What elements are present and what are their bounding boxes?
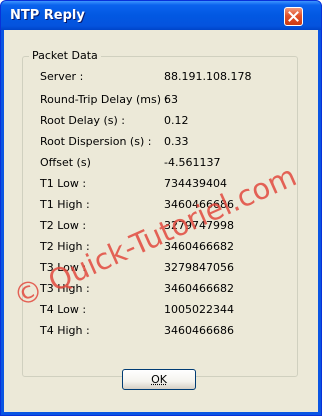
ok-button-label: OK <box>151 373 167 386</box>
window-title: NTP Reply <box>10 8 85 23</box>
field-value: 3460466682 <box>164 282 234 295</box>
ok-button[interactable]: OK <box>122 369 196 390</box>
close-button[interactable] <box>284 7 303 26</box>
field-value: 1005022344 <box>164 303 234 316</box>
field-label: Server : <box>40 70 84 83</box>
field-label: T2 Low : <box>40 219 87 232</box>
field-value: 0.12 <box>164 114 189 127</box>
field-value: 63 <box>164 93 178 106</box>
field-label: T4 High : <box>40 324 90 337</box>
field-label: Round-Trip Delay (ms) : <box>40 93 169 106</box>
ntp-reply-dialog: NTP Reply Packet Data Server : 88.191.10… <box>0 0 322 416</box>
close-icon <box>288 11 299 22</box>
field-label: Root Dispersion (s) : <box>40 135 152 148</box>
dialog-client-area: Packet Data Server : 88.191.108.178 Roun… <box>4 30 318 412</box>
field-label: T1 Low : <box>40 177 87 190</box>
field-value: 88.191.108.178 <box>164 70 252 83</box>
field-value: -4.561137 <box>164 156 221 169</box>
field-value: 0.33 <box>164 135 189 148</box>
field-value: 3460466686 <box>164 324 234 337</box>
field-value: 734439404 <box>164 177 227 190</box>
field-label: T4 Low : <box>40 303 87 316</box>
title-bar[interactable]: NTP Reply <box>1 1 321 30</box>
field-label: Offset (s) <box>40 156 91 169</box>
field-label: T1 High : <box>40 198 90 211</box>
field-value: 3279847056 <box>164 261 234 274</box>
groupbox-label: Packet Data <box>29 49 101 62</box>
field-label: Root Delay (s) : <box>40 114 125 127</box>
